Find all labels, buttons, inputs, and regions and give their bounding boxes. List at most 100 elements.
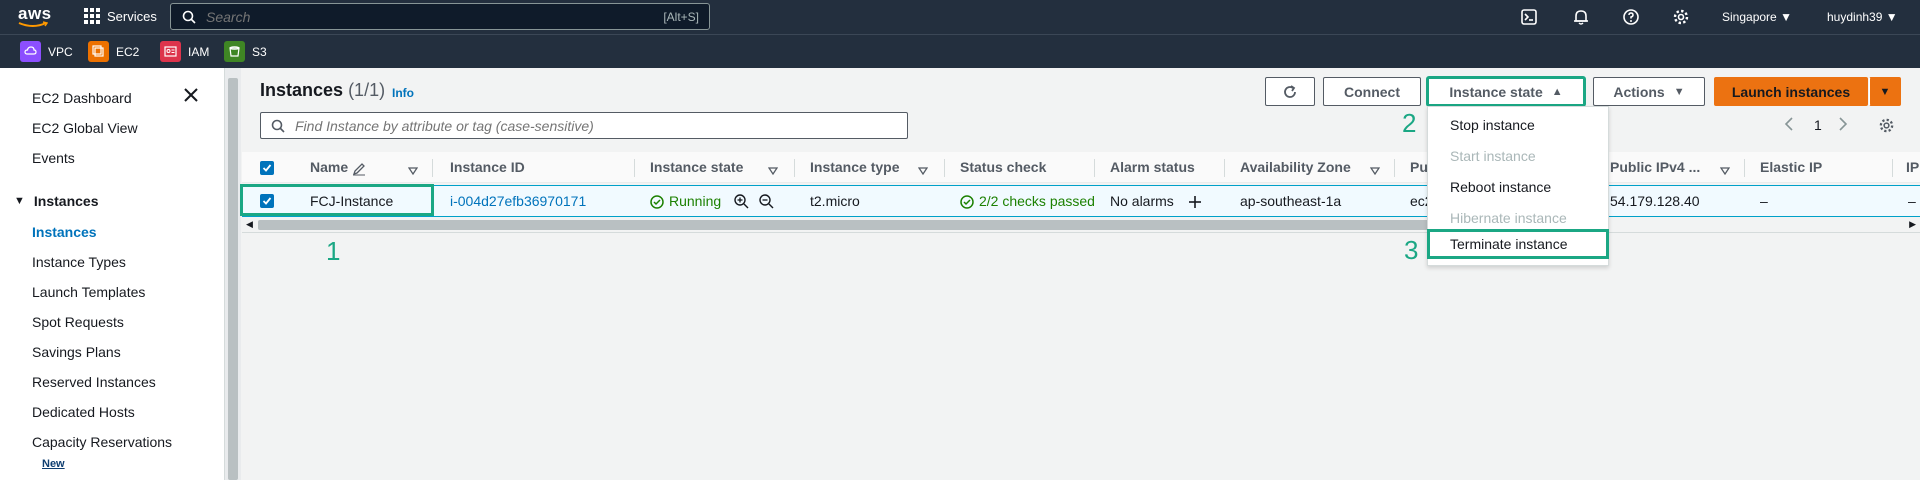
- add-alarm-plus-icon[interactable]: [1188, 195, 1202, 209]
- annotation-step-1: 1: [326, 236, 341, 266]
- sidebar-item-capacity-reservations[interactable]: Capacity Reservations: [32, 434, 172, 450]
- column-header-availability-zone[interactable]: Availability Zone: [1240, 159, 1351, 175]
- table-preferences-gear-icon[interactable]: [1878, 117, 1895, 134]
- column-header-public-ipv4[interactable]: Public IPv4 ...: [1610, 159, 1700, 175]
- instance-state-button[interactable]: Instance state ▲: [1426, 76, 1586, 107]
- aws-logo[interactable]: aws: [18, 4, 52, 27]
- previous-page-icon[interactable]: [1784, 116, 1794, 135]
- search-shortcut: [Alt+S]: [663, 10, 699, 24]
- search-icon: [182, 10, 196, 24]
- sort-caret-icon[interactable]: [767, 162, 779, 180]
- favorite-s3[interactable]: S3: [224, 41, 267, 62]
- sidebar-item-spot-requests[interactable]: Spot Requests: [32, 314, 124, 330]
- instance-filter[interactable]: [260, 112, 908, 139]
- region-selector[interactable]: Singapore ▼: [1722, 10, 1792, 24]
- cell-instance-id[interactable]: i-004d27efb36970171: [450, 193, 586, 209]
- running-check-circle-icon: [650, 195, 664, 209]
- caret-down-icon: ▼: [1780, 10, 1792, 24]
- sidebar-item-savings-plans[interactable]: Savings Plans: [32, 344, 121, 360]
- sidebar-item-launch-templates[interactable]: Launch Templates: [32, 284, 145, 300]
- sidebar-item-events[interactable]: Events: [32, 150, 75, 166]
- column-header-instance-id[interactable]: Instance ID: [450, 159, 525, 175]
- favorite-label: S3: [252, 44, 267, 59]
- scrollbar-thumb[interactable]: [228, 78, 238, 480]
- sort-caret-icon[interactable]: [407, 162, 419, 180]
- section-caret-down-icon: ▼: [14, 195, 25, 207]
- sidebar-scrollbar[interactable]: [224, 68, 241, 480]
- menu-item-start-instance: Start instance: [1450, 148, 1536, 164]
- instance-count: (1/1): [348, 80, 386, 100]
- services-menu[interactable]: Services: [84, 8, 157, 24]
- column-header-instance-state[interactable]: Instance state: [650, 159, 743, 175]
- help-icon[interactable]: [1622, 8, 1640, 26]
- notifications-bell-icon[interactable]: [1572, 8, 1590, 26]
- cell-availability-zone: ap-southeast-1a: [1240, 193, 1342, 209]
- info-link[interactable]: Info: [392, 86, 414, 100]
- caret-up-icon: ▲: [1551, 85, 1563, 98]
- top-navigation: aws Services [Alt+S] Singapore ▼ huydinh…: [0, 0, 1920, 34]
- launch-instances-button[interactable]: Launch instances: [1714, 77, 1868, 106]
- menu-item-reboot-instance[interactable]: Reboot instance: [1428, 172, 1608, 202]
- favorite-iam[interactable]: IAM: [160, 41, 209, 62]
- sort-caret-icon[interactable]: [917, 162, 929, 180]
- sidebar-item-instances[interactable]: Instances: [32, 224, 97, 240]
- vpc-service-icon: [20, 41, 41, 62]
- next-page-icon[interactable]: [1838, 116, 1848, 135]
- sort-caret-icon[interactable]: [1719, 162, 1731, 180]
- page-title-text: Instances: [260, 80, 344, 100]
- sidebar-item-ec2-global-view[interactable]: EC2 Global View: [32, 120, 138, 136]
- instance-filter-input[interactable]: [295, 117, 885, 134]
- favorite-label: IAM: [188, 44, 210, 59]
- sidebar-section-instances[interactable]: ▼ Instances: [14, 193, 98, 209]
- column-header-instance-type[interactable]: Instance type: [810, 159, 899, 175]
- favorite-ec2[interactable]: EC2: [88, 41, 139, 62]
- column-header-name[interactable]: Name: [310, 159, 348, 175]
- actions-label: Actions: [1613, 83, 1665, 100]
- sidebar-item-reserved-instances[interactable]: Reserved Instances: [32, 374, 156, 390]
- refresh-button[interactable]: [1265, 77, 1315, 106]
- annotation-step-3: 3: [1404, 235, 1419, 265]
- cloudshell-icon[interactable]: [1520, 8, 1538, 26]
- select-all-checkbox[interactable]: [260, 161, 274, 175]
- actions-button[interactable]: Actions ▼: [1593, 77, 1705, 106]
- table-horizontal-scrollbar[interactable]: ◀ ▶: [242, 217, 1920, 233]
- scroll-left-icon[interactable]: ◀: [246, 219, 253, 230]
- services-grid-icon: [84, 8, 100, 24]
- column-header-public-dns[interactable]: Pu: [1410, 159, 1428, 175]
- caret-down-icon: ▼: [1879, 85, 1891, 98]
- global-search-input[interactable]: [206, 8, 606, 25]
- account-menu[interactable]: huydinh39 ▼: [1827, 10, 1898, 24]
- column-header-elastic-ip[interactable]: Elastic IP: [1760, 159, 1822, 175]
- connect-button[interactable]: Connect: [1323, 77, 1421, 106]
- launch-dropdown-button[interactable]: ▼: [1869, 77, 1901, 106]
- zoom-in-icon[interactable]: [734, 194, 749, 209]
- search-icon: [271, 119, 285, 133]
- status-check-circle-icon: [960, 195, 974, 209]
- scrollbar-thumb[interactable]: [258, 220, 1518, 230]
- sidebar-section-label: Instances: [33, 193, 99, 209]
- cell-status-check[interactable]: 2/2 checks passed: [979, 193, 1095, 209]
- edit-pencil-icon: [352, 163, 365, 176]
- sidebar-item-instance-types[interactable]: Instance Types: [32, 254, 126, 270]
- annotation-step-2: 2: [1402, 108, 1417, 138]
- cell-instance-type: t2.micro: [810, 193, 860, 209]
- row-checkbox[interactable]: [260, 194, 274, 208]
- column-header-status-check[interactable]: Status check: [960, 159, 1046, 175]
- ec2-service-icon: [88, 41, 109, 62]
- sidebar-item-dedicated-hosts[interactable]: Dedicated Hosts: [32, 404, 135, 420]
- settings-gear-icon[interactable]: [1672, 8, 1690, 26]
- column-header-alarm-status[interactable]: Alarm status: [1110, 159, 1195, 175]
- zoom-out-icon[interactable]: [759, 194, 774, 209]
- global-search[interactable]: [Alt+S]: [170, 3, 710, 30]
- instance-state-label: Instance state: [1449, 83, 1543, 100]
- sort-caret-icon[interactable]: [1369, 162, 1381, 180]
- favorite-vpc[interactable]: VPC: [20, 41, 73, 62]
- scroll-right-icon[interactable]: ▶: [1909, 219, 1916, 230]
- table-row[interactable]: FCJ-Instance i-004d27efb36970171 Running…: [240, 184, 1920, 217]
- close-icon[interactable]: [184, 88, 198, 102]
- menu-item-terminate-instance[interactable]: Terminate instance: [1427, 229, 1609, 259]
- page-number[interactable]: 1: [1814, 117, 1822, 133]
- sidebar-item-ec2-dashboard[interactable]: EC2 Dashboard: [32, 90, 132, 106]
- menu-item-stop-instance[interactable]: Stop instance: [1428, 110, 1608, 140]
- column-header-ipv6[interactable]: IP: [1906, 159, 1919, 175]
